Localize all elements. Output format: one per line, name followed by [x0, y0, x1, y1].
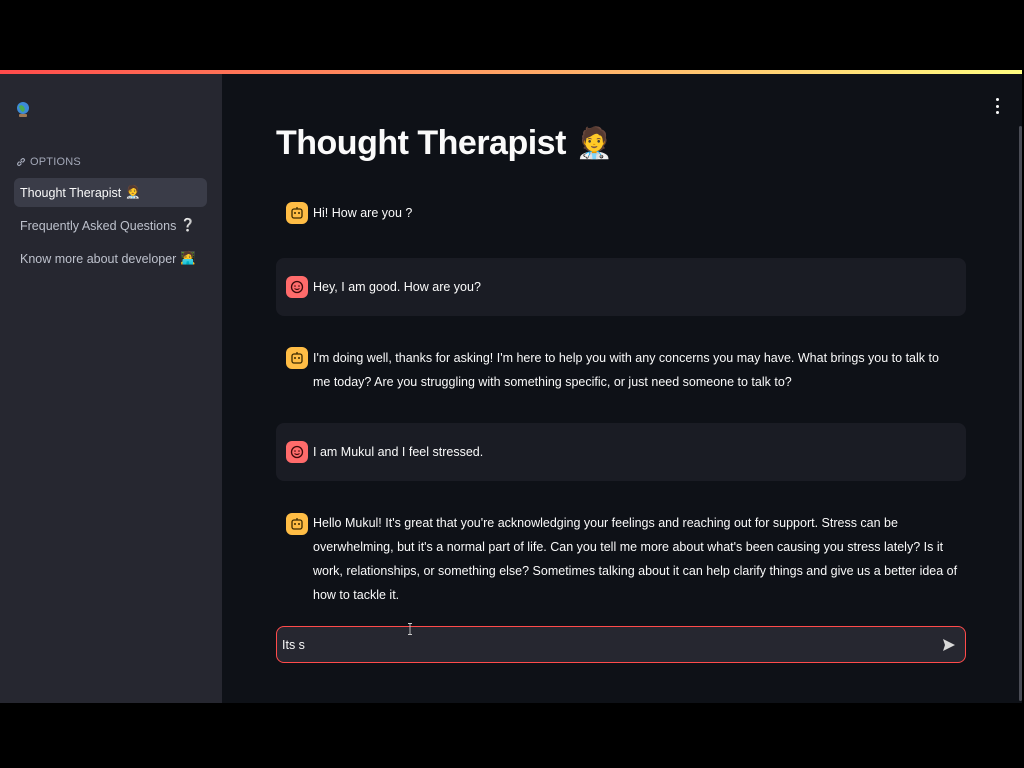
chat-input-box	[276, 626, 966, 663]
chat-message-assistant: Hello Mukul! It's great that you're ackn…	[276, 500, 966, 602]
send-icon	[943, 639, 955, 651]
sidebar: OPTIONS Thought Therapist 🧑‍⚕️ Frequentl…	[0, 74, 222, 703]
chat-message-user: I am Mukul and I feel stressed.	[276, 423, 966, 481]
bot-icon	[286, 513, 308, 535]
streamlit-app: OPTIONS Thought Therapist 🧑‍⚕️ Frequentl…	[0, 70, 1022, 703]
menu-dot	[995, 104, 999, 108]
link-icon	[17, 158, 25, 166]
chat-message-assistant: Hi! How are you ?	[276, 192, 966, 236]
technologist-icon: 🧑‍💻	[180, 251, 196, 265]
user-face-icon	[286, 441, 308, 463]
message-text: I am Mukul and I feel stressed.	[313, 445, 484, 459]
bot-face-icon	[291, 518, 303, 530]
sidebar-item-label: Thought Therapist	[20, 185, 122, 200]
sidebar-item-developer[interactable]: Know more about developer 🧑‍💻	[14, 244, 207, 273]
sidebar-item-faq[interactable]: Frequently Asked Questions ❔	[14, 211, 207, 240]
message-text: Hey, I am good. How are you?	[313, 280, 481, 294]
health-worker-icon: 🧑‍⚕️	[125, 185, 141, 199]
letterbox-bottom	[0, 703, 1024, 768]
health-worker-icon: 🧑‍⚕️	[575, 127, 613, 160]
text-cursor-icon	[408, 623, 412, 635]
page-title-text: Thought Therapist	[276, 124, 566, 162]
sidebar-heading-label: OPTIONS	[30, 156, 81, 168]
bot-icon	[286, 347, 308, 369]
chat-input-field[interactable]	[282, 635, 922, 655]
sidebar-item-label: Know more about developer	[20, 251, 177, 266]
smiley-icon	[290, 445, 304, 459]
globe-logo-icon	[17, 102, 29, 117]
user-face-icon	[286, 276, 308, 298]
menu-dot	[995, 111, 999, 114]
bot-face-icon	[291, 352, 303, 364]
question-mark-icon: ❔	[180, 218, 196, 232]
sidebar-item-label: Frequently Asked Questions	[20, 218, 177, 233]
letterbox-top	[0, 0, 1024, 70]
main-menu-button[interactable]	[994, 98, 1000, 114]
smiley-icon	[290, 280, 304, 294]
menu-dot	[995, 98, 999, 101]
message-text: I'm doing well, thanks for asking! I'm h…	[313, 351, 939, 389]
page-title: Thought Therapist 🧑‍⚕️	[276, 124, 613, 163]
sidebar-heading: OPTIONS	[16, 156, 81, 168]
chat-message-assistant: I'm doing well, thanks for asking! I'm h…	[276, 334, 966, 404]
scrollbar[interactable]	[1019, 126, 1022, 701]
chat-message-user: Hey, I am good. How are you?	[276, 258, 966, 316]
bot-icon	[286, 202, 308, 224]
sidebar-item-thought-therapist[interactable]: Thought Therapist 🧑‍⚕️	[14, 178, 207, 207]
send-button[interactable]	[939, 635, 959, 655]
message-text: Hi! How are you ?	[313, 206, 413, 220]
message-text: Hello Mukul! It's great that you're ackn…	[313, 516, 958, 602]
bot-face-icon	[291, 207, 303, 219]
